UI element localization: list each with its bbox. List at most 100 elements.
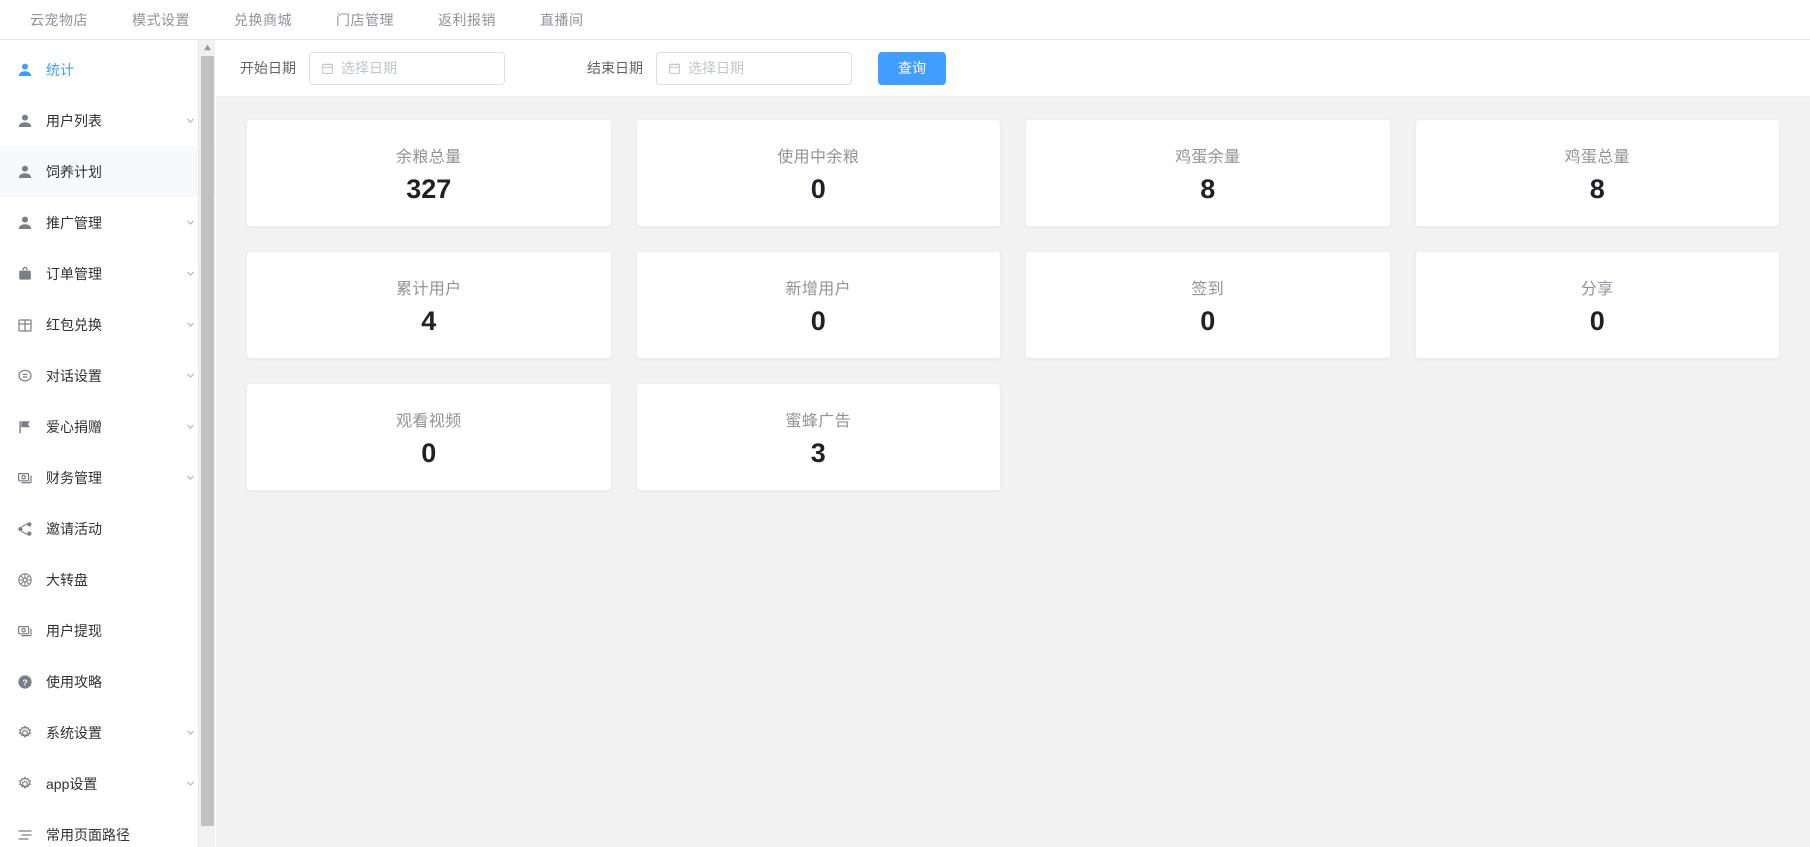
sidebar-item-8[interactable]: 财务管理 <box>0 452 216 503</box>
sidebar-item-10[interactable]: 大转盘 <box>0 554 216 605</box>
chevron-down-icon[interactable] <box>184 268 196 280</box>
share-icon <box>16 520 34 538</box>
sidebar-item-label: 对话设置 <box>46 367 102 384</box>
chevron-down-icon[interactable] <box>184 319 196 331</box>
stat-card[interactable]: 余粮总量 327 <box>246 119 612 227</box>
chat-icon <box>16 367 34 385</box>
sidebar-item-label: 爱心捐赠 <box>46 418 102 435</box>
sidebar: 统计用户列表饲养计划推广管理订单管理红包兑换对话设置爱心捐赠财务管理邀请活动大转… <box>0 40 216 847</box>
stat-card-cell-8: 观看视频 0 <box>234 383 624 515</box>
sidebar-item-13[interactable]: 系统设置 <box>0 707 216 758</box>
stats-row: 观看视频 0 蜜蜂广告 3 <box>234 383 1792 515</box>
sidebar-item-7[interactable]: 爱心捐赠 <box>0 401 216 452</box>
stat-card-cell-9: 蜜蜂广告 3 <box>624 383 1014 515</box>
money-icon <box>16 622 34 640</box>
sidebar-item-14[interactable]: app设置 <box>0 758 216 809</box>
calendar-icon <box>667 61 681 75</box>
start-date-label: 开始日期 <box>240 60 296 76</box>
wheel-icon <box>16 571 34 589</box>
main-content: 开始日期 选择日期 结束日期 选择日期 查询 余粮总量 327 使用中余粮 0 … <box>216 40 1810 847</box>
nav-item-2[interactable]: 兑换商城 <box>212 0 314 40</box>
stat-card[interactable]: 分享 0 <box>1414 251 1780 359</box>
stat-card[interactable]: 鸡蛋总量 8 <box>1414 119 1780 227</box>
sidebar-menu: 统计用户列表饲养计划推广管理订单管理红包兑换对话设置爱心捐赠财务管理邀请活动大转… <box>0 40 216 847</box>
nav-item-5[interactable]: 直播间 <box>518 0 606 40</box>
sidebar-item-label: 红包兑换 <box>46 316 102 333</box>
nav-item-1[interactable]: 模式设置 <box>110 0 212 40</box>
stat-card-title: 蜜蜂广告 <box>785 413 852 430</box>
sidebar-item-12[interactable]: ? 使用攻略 <box>0 656 216 707</box>
sidebar-item-1[interactable]: 用户列表 <box>0 95 216 146</box>
sidebar-item-5[interactable]: 红包兑换 <box>0 299 216 350</box>
start-date-placeholder: 选择日期 <box>341 60 397 76</box>
sidebar-item-9[interactable]: 邀请活动 <box>0 503 216 554</box>
stat-card-cell-empty <box>1403 383 1793 515</box>
sidebar-item-11[interactable]: 用户提现 <box>0 605 216 656</box>
filter-toolbar: 开始日期 选择日期 结束日期 选择日期 查询 <box>216 40 1810 97</box>
chevron-down-icon[interactable] <box>184 217 196 229</box>
stat-card-cell-0: 余粮总量 327 <box>234 119 624 251</box>
sidebar-item-4[interactable]: 订单管理 <box>0 248 216 299</box>
chevron-down-icon[interactable] <box>184 472 196 484</box>
chevron-down-icon[interactable] <box>184 778 196 790</box>
sidebar-item-15[interactable]: 常用页面路径 <box>0 809 216 847</box>
stat-card-cell-7: 分享 0 <box>1403 251 1793 383</box>
chevron-down-icon[interactable] <box>184 727 196 739</box>
nav-item-3[interactable]: 门店管理 <box>314 0 416 40</box>
sidebar-item-label: 系统设置 <box>46 724 102 741</box>
stat-card-value: 4 <box>421 306 437 336</box>
svg-text:?: ? <box>22 677 27 687</box>
sidebar-item-label: 订单管理 <box>46 265 102 282</box>
stat-card[interactable]: 新增用户 0 <box>635 251 1001 359</box>
stat-card-title: 累计用户 <box>395 281 462 298</box>
stat-card-value: 3 <box>810 438 826 468</box>
end-date-label: 结束日期 <box>587 60 643 76</box>
briefcase-icon <box>16 265 34 283</box>
stat-card[interactable]: 签到 0 <box>1025 251 1391 359</box>
scroll-up-arrow-icon[interactable] <box>199 40 215 54</box>
stat-card-title: 签到 <box>1191 281 1225 298</box>
stat-card-value: 8 <box>1589 174 1605 204</box>
gift-icon <box>16 316 34 334</box>
user-icon <box>16 163 34 181</box>
app-shell: 统计用户列表饲养计划推广管理订单管理红包兑换对话设置爱心捐赠财务管理邀请活动大转… <box>0 40 1810 847</box>
nav-item-0[interactable]: 云宠物店 <box>8 0 110 40</box>
end-date-input[interactable]: 选择日期 <box>656 51 852 85</box>
stat-card[interactable]: 鸡蛋余量 8 <box>1025 119 1391 227</box>
chevron-down-icon[interactable] <box>184 115 196 127</box>
stat-card-title: 使用中余粮 <box>777 149 860 166</box>
stat-card-cell-6: 签到 0 <box>1013 251 1403 383</box>
stat-card-cell-empty <box>1013 383 1403 515</box>
user-icon <box>16 112 34 130</box>
stat-card[interactable]: 累计用户 4 <box>246 251 612 359</box>
sidebar-scrollbar[interactable] <box>198 40 215 847</box>
stat-card[interactable]: 使用中余粮 0 <box>635 119 1001 227</box>
stats-row: 累计用户 4 新增用户 0 签到 0 分享 0 <box>234 251 1792 383</box>
nav-item-4[interactable]: 返利报销 <box>416 0 518 40</box>
scrollbar-thumb[interactable] <box>201 56 214 826</box>
stat-card-title: 新增用户 <box>785 281 852 298</box>
sidebar-item-label: 用户提现 <box>46 622 102 639</box>
gear-icon <box>16 775 34 793</box>
sidebar-item-2[interactable]: 饲养计划 <box>0 146 216 197</box>
query-button[interactable]: 查询 <box>878 51 946 85</box>
sidebar-item-6[interactable]: 对话设置 <box>0 350 216 401</box>
sidebar-item-label: 用户列表 <box>46 112 102 129</box>
user-icon <box>16 214 34 232</box>
sidebar-item-3[interactable]: 推广管理 <box>0 197 216 248</box>
stat-card[interactable]: 观看视频 0 <box>246 383 612 491</box>
flag-icon <box>16 418 34 436</box>
chevron-down-icon[interactable] <box>184 421 196 433</box>
sidebar-item-label: 饲养计划 <box>46 163 102 180</box>
stat-card-value: 0 <box>421 438 437 468</box>
sidebar-item-label: 邀请活动 <box>46 520 102 537</box>
stat-card-value: 0 <box>1200 306 1216 336</box>
stat-card-cell-5: 新增用户 0 <box>624 251 1014 383</box>
start-date-input[interactable]: 选择日期 <box>309 51 505 85</box>
sidebar-item-0[interactable]: 统计 <box>0 44 216 95</box>
stat-card-value: 0 <box>810 306 826 336</box>
stat-card[interactable]: 蜜蜂广告 3 <box>635 383 1001 491</box>
stat-card-value: 327 <box>406 174 452 204</box>
chevron-down-icon[interactable] <box>184 370 196 382</box>
stat-card-value: 0 <box>1589 306 1605 336</box>
